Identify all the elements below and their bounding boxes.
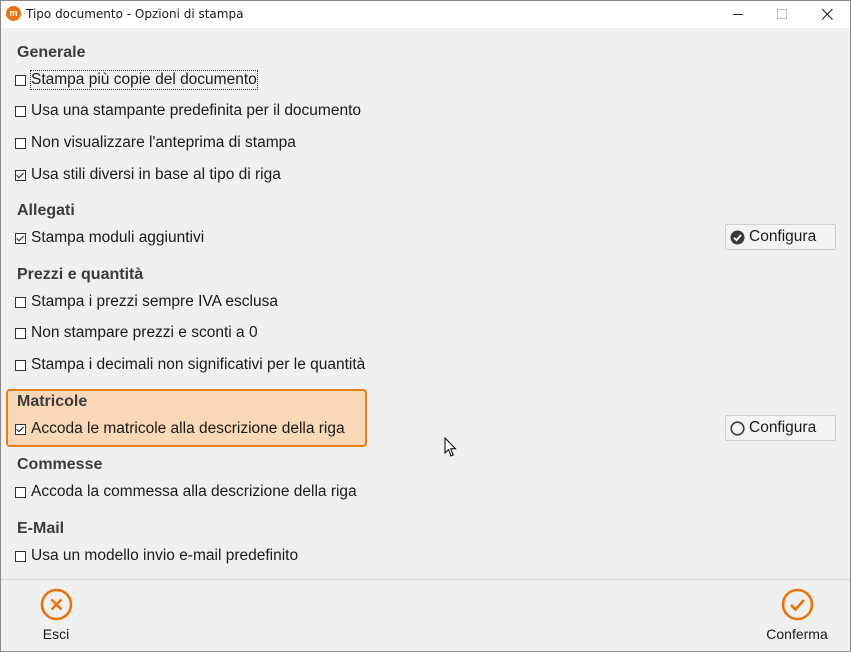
cancel-label: Esci (42, 626, 70, 642)
checkbox-checked[interactable] (15, 423, 26, 435)
app-logo-icon: m (6, 6, 21, 21)
section-title-email: E-Mail (17, 520, 65, 537)
empty-circle-icon (730, 420, 745, 436)
option-label: Accoda le matricole alla descrizione del… (31, 420, 345, 437)
section-title-matricole: Matricole (17, 393, 88, 410)
checkbox[interactable] (15, 359, 26, 371)
close-icon (821, 8, 833, 20)
checkbox-checked[interactable] (15, 232, 26, 244)
checkbox[interactable] (15, 327, 26, 339)
option-non-visualizzare-anteprima[interactable]: Non visualizzare l'anteprima di stampa (15, 133, 296, 153)
window-title: Tipo documento - Opzioni di stampa (26, 7, 244, 21)
section-title-commesse: Commesse (17, 456, 103, 473)
title-bar[interactable]: m Tipo documento - Opzioni di stampa (1, 1, 850, 28)
option-stili-diversi[interactable]: Usa stili diversi in base al tipo di rig… (15, 165, 281, 185)
checkbox[interactable] (15, 486, 26, 498)
checkbox[interactable] (15, 296, 26, 308)
configure-label: Configura (749, 419, 817, 436)
option-moduli-aggiuntivi[interactable]: Stampa moduli aggiuntivi (15, 228, 204, 248)
option-label: Stampa i decimali non significativi per … (31, 356, 366, 373)
cancel-button[interactable]: Esci (27, 588, 85, 642)
option-accoda-matricole[interactable]: Accoda le matricole alla descrizione del… (15, 419, 345, 439)
option-label: Stampa moduli aggiuntivi (31, 229, 205, 246)
minimize-icon (732, 14, 743, 15)
section-title-prezzi: Prezzi e quantità (17, 266, 144, 283)
checkbox[interactable] (15, 105, 26, 117)
checkbox[interactable] (15, 74, 26, 86)
dialog-window: m Tipo documento - Opzioni di stampa Gen… (0, 0, 851, 652)
option-accoda-commessa[interactable]: Accoda la commessa alla descrizione dell… (15, 482, 357, 502)
option-label: Accoda la commessa alla descrizione dell… (31, 483, 357, 500)
checkbox-checked[interactable] (15, 169, 26, 181)
confirm-button[interactable]: Conferma (757, 588, 837, 642)
option-decimali-non-significativi[interactable]: Stampa i decimali non significativi per … (15, 355, 365, 375)
minimize-button[interactable] (715, 1, 761, 28)
options-panel: Generale Stampa più copie del documento … (1, 29, 850, 579)
section-title-allegati: Allegati (17, 202, 75, 219)
configure-button-allegati[interactable]: Configura (725, 224, 836, 250)
option-label: Usa stili diversi in base al tipo di rig… (31, 166, 281, 183)
checkbox[interactable] (15, 550, 26, 562)
section-title-generale: Generale (17, 44, 86, 61)
configure-button-matricole[interactable]: Configura (725, 415, 836, 441)
maximize-icon (776, 9, 787, 19)
option-label: Usa un modello invio e-mail predefinito (31, 547, 299, 564)
configure-label: Configura (749, 228, 817, 245)
option-non-stampare-prezzi-zero[interactable]: Non stampare prezzi e sconti a 0 (15, 323, 258, 343)
option-label: Non visualizzare l'anteprima di stampa (31, 134, 296, 151)
check-circle-icon (781, 588, 813, 621)
close-button[interactable] (804, 1, 850, 28)
option-prezzi-iva-esclusa[interactable]: Stampa i prezzi sempre IVA esclusa (15, 292, 278, 312)
mouse-pointer-icon (444, 436, 458, 463)
footer-toolbar: Esci Conferma (1, 579, 850, 651)
option-label: Non stampare prezzi e sconti a 0 (31, 324, 258, 341)
option-modello-email[interactable]: Usa un modello invio e-mail predefinito (15, 546, 298, 566)
maximize-button[interactable] (759, 1, 805, 28)
check-circle-filled-icon (730, 230, 745, 245)
option-label: Usa una stampante predefinita per il doc… (31, 102, 362, 119)
confirm-label: Conferma (766, 626, 828, 642)
option-stampa-piu-copie[interactable]: Stampa più copie del documento (15, 70, 258, 90)
option-label: Stampa i prezzi sempre IVA esclusa (31, 293, 278, 310)
x-circle-icon (40, 588, 72, 621)
option-stampante-predefinita[interactable]: Usa una stampante predefinita per il doc… (15, 101, 361, 121)
checkbox[interactable] (15, 137, 26, 149)
option-label: Stampa più copie del documento (30, 70, 258, 90)
